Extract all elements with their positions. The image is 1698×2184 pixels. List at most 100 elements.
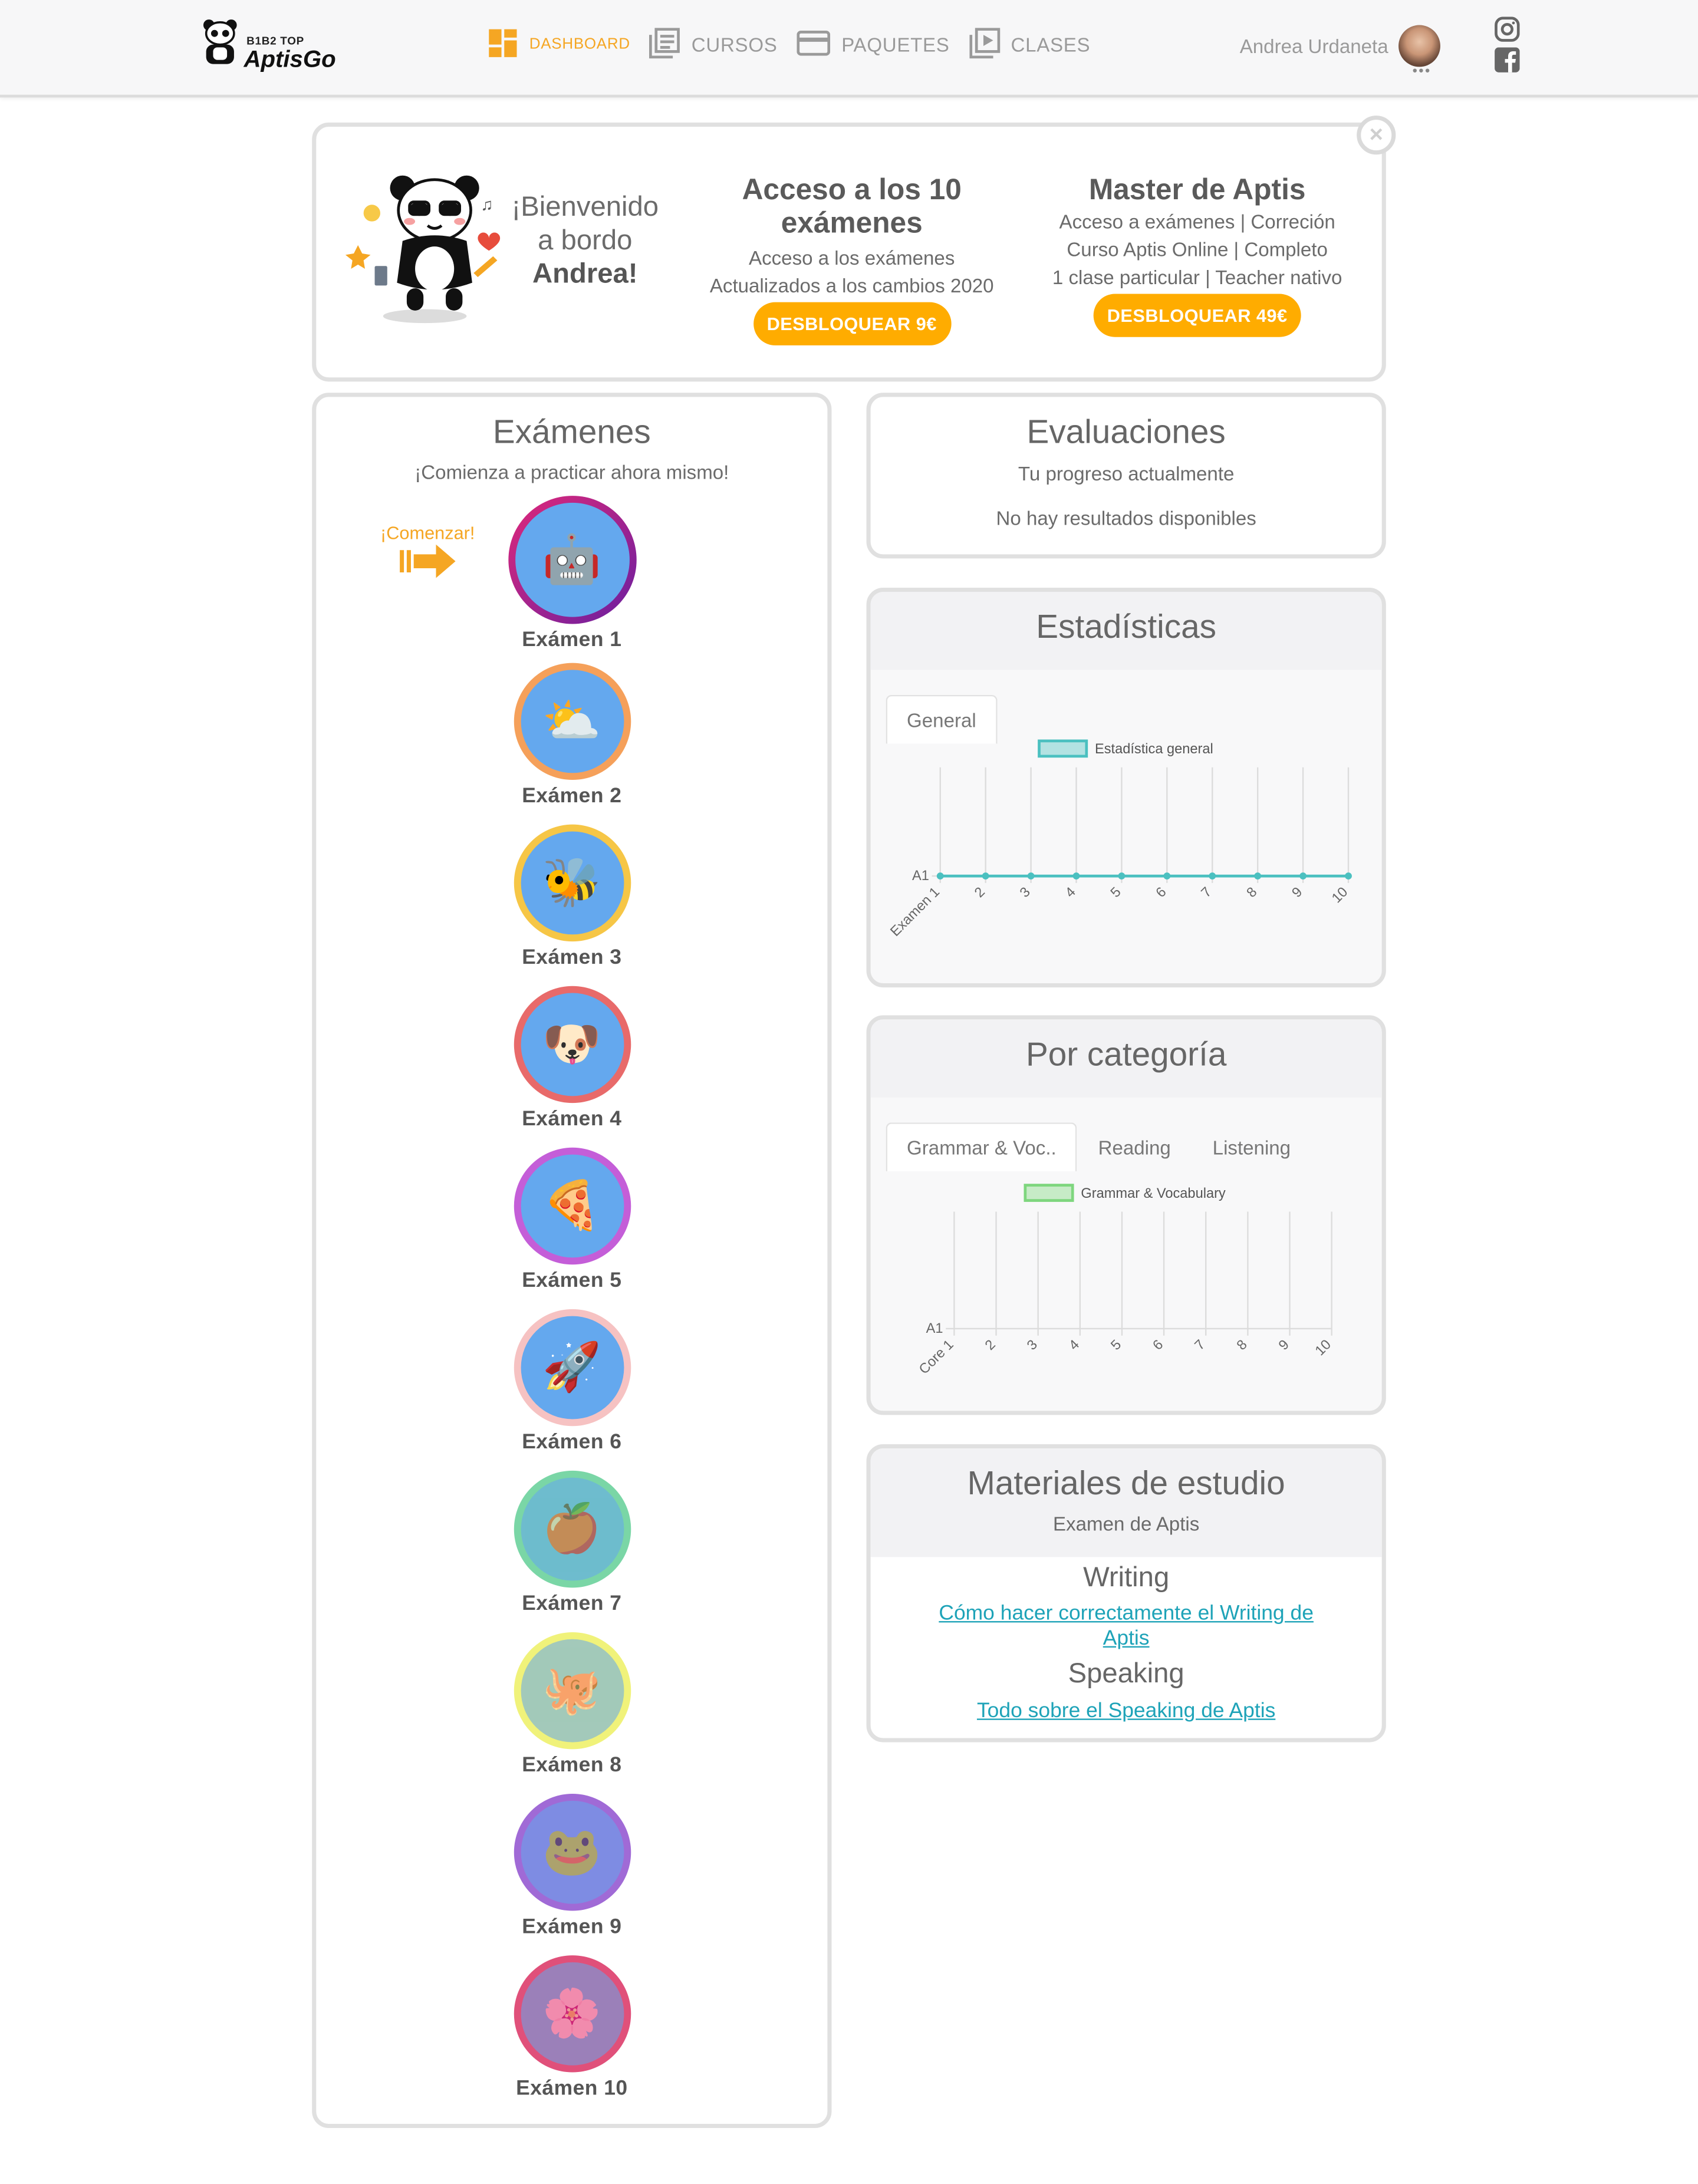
panda-logo-icon [203,19,237,64]
close-icon: × [1369,121,1383,148]
evaluations-subtitle: Tu progreso actualmente [1018,462,1235,485]
x-tick-label: 5 [1108,884,1124,901]
category-title: Por categoría [1025,1036,1227,1074]
dashboard-icon [488,27,518,62]
x-tick-label: 6 [1153,884,1170,901]
writing-heading: Writing [1083,1562,1170,1593]
writing-link[interactable]: Cómo hacer correctamente el Writing de A… [871,1602,1382,1652]
x-tick-label: 4 [1066,1337,1082,1353]
x-tick-label: 10 [1312,1337,1334,1359]
exam-badge[interactable]: 🌸 [513,1955,631,2073]
exam-label: Exámen 9 [522,1915,622,1939]
offer-master-aptis: Master de Aptis Acceso a exámenes | Corr… [1034,174,1361,337]
x-tick-label: 4 [1062,884,1079,901]
data-point [1072,872,1080,879]
x-tick-label: 5 [1108,1337,1125,1353]
exam-item[interactable]: 🤖 Exámen 1 [316,496,827,652]
study-materials-card: Materiales de estudio Examen de Aptis Wr… [866,1444,1386,1742]
aptisgo-logo[interactable]: B1B2 TOP AptisGo [200,14,340,73]
avatar[interactable] [1398,25,1440,67]
exams-title: Exámenes [492,413,651,452]
legend-label: Estadística general [1095,742,1213,757]
nav-clases[interactable]: CLASES [969,27,1091,62]
tab-grammar[interactable]: Grammar & Voc.. [886,1122,1078,1171]
materials-subtitle: Examen de Aptis [1053,1512,1200,1535]
exam-item[interactable]: 🚀 Exámen 6 [316,1309,827,1454]
exam-badge[interactable]: 🐝 [513,824,631,942]
close-welcome-button[interactable]: × [1357,116,1396,155]
data-point [1118,872,1126,879]
top-navbar: B1B2 TOP AptisGo DASHBOARD CURSOS PAQUET… [0,0,1698,98]
x-tick-label: 3 [1017,884,1034,901]
exam-badge[interactable]: ⛅ [513,663,631,780]
exam-label: Exámen 8 [522,1753,622,1777]
exam-badge[interactable]: 🐶 [513,986,631,1103]
x-tick-label: 3 [1024,1337,1041,1353]
flower-icon: 🌸 [520,1962,624,2066]
evaluations-title: Evaluaciones [1026,413,1226,452]
nav-cursos-label: CURSOS [691,33,778,56]
exam-badge[interactable]: 🍎 [513,1470,631,1588]
unlock-49-button[interactable]: DESBLOQUEAR 49€ [1093,294,1302,337]
user-name: Andrea Urdaneta [1239,35,1388,57]
x-tick-label: 9 [1276,1337,1292,1353]
exams-subtitle: ¡Comienza a practicar ahora mismo! [414,461,729,483]
brand-name: AptisGo [243,45,336,73]
sun-cloud-icon: ⛅ [520,670,624,773]
exam-item[interactable]: ⛅ Exámen 2 [316,663,827,808]
exam-label: Exámen 2 [522,784,622,808]
greeting-name: Andrea! [532,259,638,290]
statistics-chart: Estadística general Examen 1 2 3 4 5 6 7 8 9 10 A1 [887,739,1352,940]
exam-label: Exámen 1 [522,628,622,652]
offer-10-exams-desc-2: Actualizados a los cambios 2020 [709,274,994,297]
nav-paquetes[interactable]: PAQUETES [797,28,950,60]
exam-label: Exámen 3 [522,946,622,970]
evaluations-empty: No hay resultados disponibles [996,506,1256,529]
exams-card: Exámenes ¡Comienza a practicar ahora mis… [312,393,832,2129]
credit-card-icon [797,28,831,60]
x-tick-label: 8 [1234,1337,1251,1353]
exam-badge[interactable]: 🐙 [513,1632,631,1750]
tab-listening[interactable]: Listening [1192,1122,1311,1171]
exam-item[interactable]: 🐙 Exámen 8 [316,1632,827,1777]
facebook-icon[interactable] [1495,47,1520,73]
exam-badge[interactable]: 🚀 [513,1309,631,1427]
nav-cursos[interactable]: CURSOS [649,27,778,62]
exam-label: Exámen 10 [516,2076,628,2100]
y-tick-label: A1 [926,1321,943,1336]
exam-item[interactable]: 🍎 Exámen 7 [316,1470,827,1616]
exam-badge[interactable]: 🐸 [513,1794,631,1911]
legend-swatch [1038,739,1088,758]
data-point [1345,872,1352,879]
user-more-dots[interactable]: ••• [1413,64,1432,80]
statistics-title: Estadísticas [1036,608,1216,647]
library-books-icon [649,27,680,62]
user-menu[interactable]: Andrea Urdaneta [1240,25,1440,67]
greeting-line-1: ¡Bienvenido [511,192,659,223]
instagram-icon[interactable] [1495,17,1520,42]
frog-icon: 🐸 [520,1800,624,1904]
nav-dashboard[interactable]: DASHBOARD [488,27,630,62]
writing-link-line-2: Aptis [1103,1626,1150,1651]
speaking-link[interactable]: Todo sobre el Speaking de Aptis [871,1699,1382,1724]
legend-label: Grammar & Vocabulary [1081,1186,1226,1201]
welcome-greeting: ¡Bienvenido a bordo Andrea! [495,191,676,291]
exam-item[interactable]: 🍕 Exámen 5 [316,1147,827,1292]
tab-reading[interactable]: Reading [1077,1122,1192,1171]
panda-mascot-icon: ♫ [345,175,501,324]
exam-badge[interactable]: 🍕 [513,1147,631,1265]
x-tick-label: 2 [982,1337,999,1353]
exam-badge[interactable]: 🤖 [508,496,636,624]
materials-title: Materiales de estudio [967,1465,1285,1503]
unlock-9-button[interactable]: DESBLOQUEAR 9€ [752,302,951,345]
x-tick-label: 10 [1329,884,1351,906]
exam-item[interactable]: 🐝 Exámen 3 [316,824,827,970]
pizza-icon: 🍕 [520,1154,624,1258]
exam-item[interactable]: 🌸 Exámen 10 [316,1955,827,2100]
data-point [1254,872,1262,879]
exam-item[interactable]: 🐶 Exámen 4 [316,986,827,1131]
exam-item[interactable]: 🐸 Exámen 9 [316,1794,827,1939]
exam-label: Exámen 6 [522,1430,622,1454]
x-tick-label: Core 1 [916,1337,957,1378]
octopus-icon: 🐙 [520,1639,624,1742]
